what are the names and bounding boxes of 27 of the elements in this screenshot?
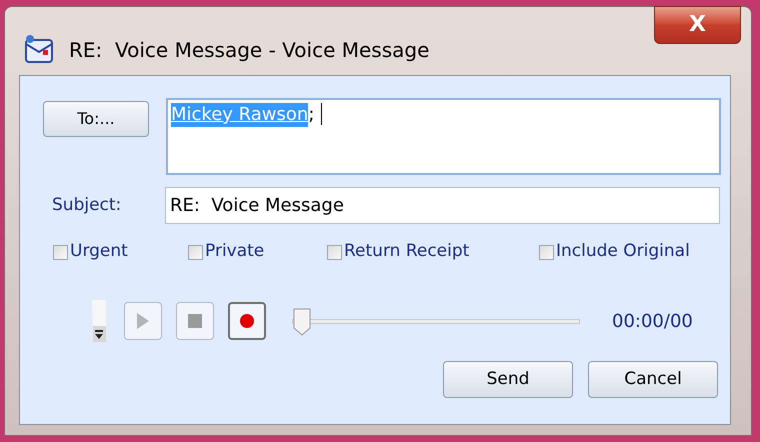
checkbox-label: Private [205,240,264,264]
checkbox[interactable] [539,244,554,260]
subject-field[interactable]: RE: Voice Message [165,187,720,224]
to-field[interactable]: Mickey Rawson; [166,98,721,175]
position-slider[interactable] [292,306,580,336]
window-title: RE: Voice Message - Voice Message [69,37,430,63]
record-button[interactable] [228,302,266,340]
cancel-button[interactable]: Cancel [588,361,718,398]
checkbox-label: Urgent [70,240,128,264]
text-cursor [321,103,322,125]
checkbox-label: Include Original [556,240,690,264]
checkbox-label: Return Receipt [344,240,470,264]
subject-label: Subject: [52,194,122,217]
checkbox[interactable] [53,244,68,260]
separator-text: ; [308,103,316,127]
app-icon [23,34,55,64]
slider-thumb[interactable] [292,308,312,336]
stop-icon [188,314,202,328]
time-readout: 00:00/00 [612,310,693,334]
close-button[interactable]: X [654,6,741,44]
checkbox[interactable] [327,244,342,260]
play-icon [136,313,150,329]
checkbox[interactable] [188,244,203,260]
record-icon [240,314,254,328]
to-button[interactable]: To:... [43,101,149,137]
send-button[interactable]: Send [443,361,573,398]
volume-icon [91,300,107,342]
